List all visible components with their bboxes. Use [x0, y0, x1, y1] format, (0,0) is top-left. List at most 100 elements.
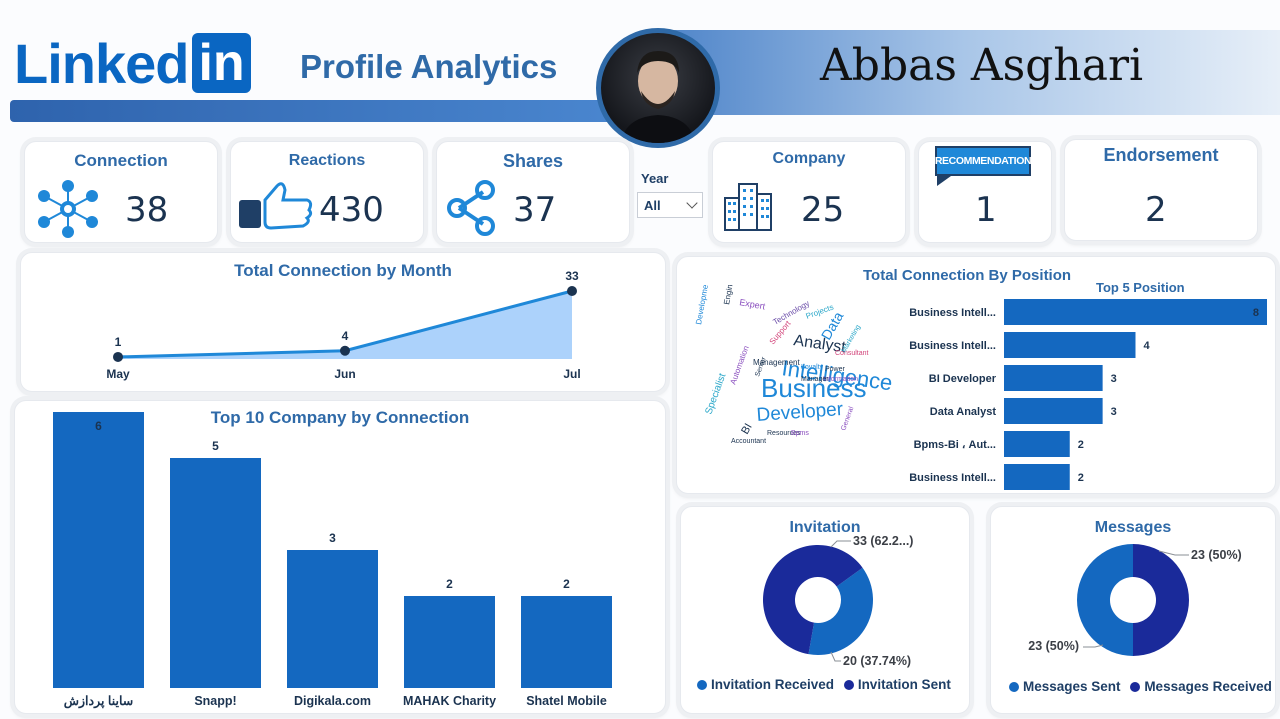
kpi-connection-label: Connection — [74, 151, 168, 170]
slice-label: 23 (50%) — [1028, 639, 1079, 653]
company-name-label: Shatel Mobile — [526, 694, 607, 708]
data-point — [567, 286, 577, 296]
page-subtitle: Profile Analytics — [300, 48, 558, 85]
invitation-legend: Invitation Received Invitation Sent — [697, 677, 951, 692]
leader-line — [1083, 644, 1104, 648]
thumbs-up-icon — [239, 182, 313, 230]
profile-name: Abbas Asghari — [820, 40, 1144, 91]
avatar-figure — [621, 51, 695, 143]
position-bar — [1004, 464, 1070, 490]
bar-value-label: 3 — [329, 531, 336, 545]
kpi-endorsement-value: 2 — [1145, 190, 1167, 230]
kpi-endorsement-label: Endorsement — [1103, 145, 1219, 165]
legend-msg-received-dot — [1130, 682, 1141, 692]
slice-label: 23 (50%) — [1191, 548, 1242, 562]
legend-msg-sent-dot — [1009, 682, 1019, 692]
legend-invitation-received: Invitation Received — [711, 677, 835, 692]
kpi-shares-value: 37 — [513, 190, 557, 230]
donut-slice — [1077, 544, 1133, 656]
year-filter-dropdown[interactable]: All — [637, 192, 703, 218]
bar-value-label: 3 — [1111, 406, 1117, 418]
chevron-down-icon — [686, 197, 698, 209]
position-label: Data Analyst — [930, 406, 997, 418]
company-name-label: Snapp! — [194, 694, 236, 708]
top-company-card: Top 10 Company by Connection 6 ساینا پردا… — [14, 400, 666, 714]
kpi-company-value: 25 — [801, 190, 845, 230]
data-point — [113, 351, 123, 362]
position-label: Business Intell... — [909, 340, 996, 352]
year-filter-value: All — [644, 197, 661, 213]
position-label: Business Intell... — [909, 307, 996, 319]
position-bar — [1004, 365, 1103, 391]
leader-line — [830, 540, 851, 548]
legend-sent-dot — [843, 680, 854, 690]
company-bar — [404, 596, 495, 688]
company-name-label: Digikala.com — [294, 694, 371, 708]
company-name-label: MAHAK Charity — [403, 694, 496, 708]
connection-by-month-card: Total Connection by Month 1 May 4 Jun 33 Jul — [20, 252, 666, 392]
year-filter-label: Year — [641, 171, 669, 186]
top-company-chart: 6 ساینا پردازش 5 Snapp! 3 Digikala.com 2 MAHAK … — [53, 412, 612, 709]
legend-messages-received: Messages Received — [1144, 679, 1272, 694]
data-label: 1 — [115, 335, 122, 349]
donut-slice — [1133, 544, 1189, 656]
logo-text: Linked — [14, 31, 189, 95]
position-bar — [1004, 431, 1070, 457]
kpi-recommendation: RECOMMENDATION 1 — [918, 141, 1052, 243]
data-point — [340, 345, 350, 356]
position-bar — [1004, 299, 1267, 325]
x-tick-label: Jun — [334, 367, 355, 381]
bar-value-label: 2 — [1078, 472, 1084, 484]
slice-label: 33 (62.2...) — [853, 534, 913, 548]
network-icon — [38, 180, 98, 238]
kpi-reactions-value: 430 — [319, 190, 384, 230]
kpi-company: Company 25 — [712, 141, 906, 243]
kpi-company-label: Company — [772, 150, 846, 167]
bar-value-label: 3 — [1111, 373, 1117, 385]
bar-value-label: 8 — [1253, 307, 1259, 319]
messages-legend: Messages Sent Messages Received — [1009, 679, 1272, 694]
slice-label: 20 (37.74%) — [843, 654, 911, 668]
logo-box: in — [192, 33, 251, 93]
top-position-chart: Business Intell... 8 Business Intell... 4 BI… — [909, 299, 1267, 490]
kpi-connection-value: 38 — [125, 190, 169, 230]
position-bar — [1004, 332, 1136, 358]
company-bar — [521, 596, 612, 688]
kpi-shares-label: Shares — [502, 151, 564, 171]
invitation-card: Invitation 20 (37.74%) 33 (62.2...) Invit… — [680, 506, 970, 714]
bar-value-label: 2 — [446, 577, 453, 591]
company-bar — [287, 550, 378, 688]
bar-value-label: 6 — [95, 419, 102, 433]
company-name-label: ساینا پردازش — [64, 694, 134, 709]
data-label: 33 — [565, 269, 579, 283]
legend-messages-sent: Messages Sent — [1023, 679, 1121, 694]
bar-value-label: 4 — [1144, 340, 1151, 352]
avatar — [596, 28, 720, 148]
leader-line — [830, 651, 841, 662]
kpi-endorsement: Endorsement 2 — [1064, 139, 1258, 241]
company-bar — [170, 458, 261, 688]
position-label: Business Intell... — [909, 472, 996, 484]
recommendation-banner: RECOMMENDATION — [934, 146, 1032, 176]
position-bar — [1004, 398, 1103, 424]
kpi-shares: Shares 37 — [436, 141, 630, 243]
banner-tail — [937, 176, 951, 186]
legend-received-dot — [697, 680, 707, 690]
x-tick-label: Jul — [563, 367, 580, 381]
bar-value-label: 5 — [212, 439, 219, 453]
position-label: BI Developer — [929, 373, 997, 385]
kpi-connection: Connection 38 — [24, 141, 218, 243]
kpi-recommendation-label: RECOMMENDATION — [934, 155, 1032, 167]
buildings-icon — [724, 183, 772, 231]
dashboard: Linked in Profile Analytics Abbas Asghar… — [0, 0, 1280, 719]
linkedin-logo: Linked in — [14, 31, 251, 95]
x-tick-label: May — [106, 367, 130, 381]
bar-value-label: 2 — [1078, 439, 1084, 451]
bar-value-label: 2 — [563, 577, 570, 591]
position-label: Bpms-Bi ، Aut... — [914, 439, 996, 451]
kpi-reactions-label: Reactions — [288, 152, 366, 169]
data-label: 4 — [342, 329, 349, 343]
share-icon — [447, 180, 495, 236]
connection-by-month-chart: 1 May 4 Jun 33 Jul — [106, 269, 580, 381]
connection-by-position-card: Total Connection By Position Business Int… — [676, 256, 1276, 494]
